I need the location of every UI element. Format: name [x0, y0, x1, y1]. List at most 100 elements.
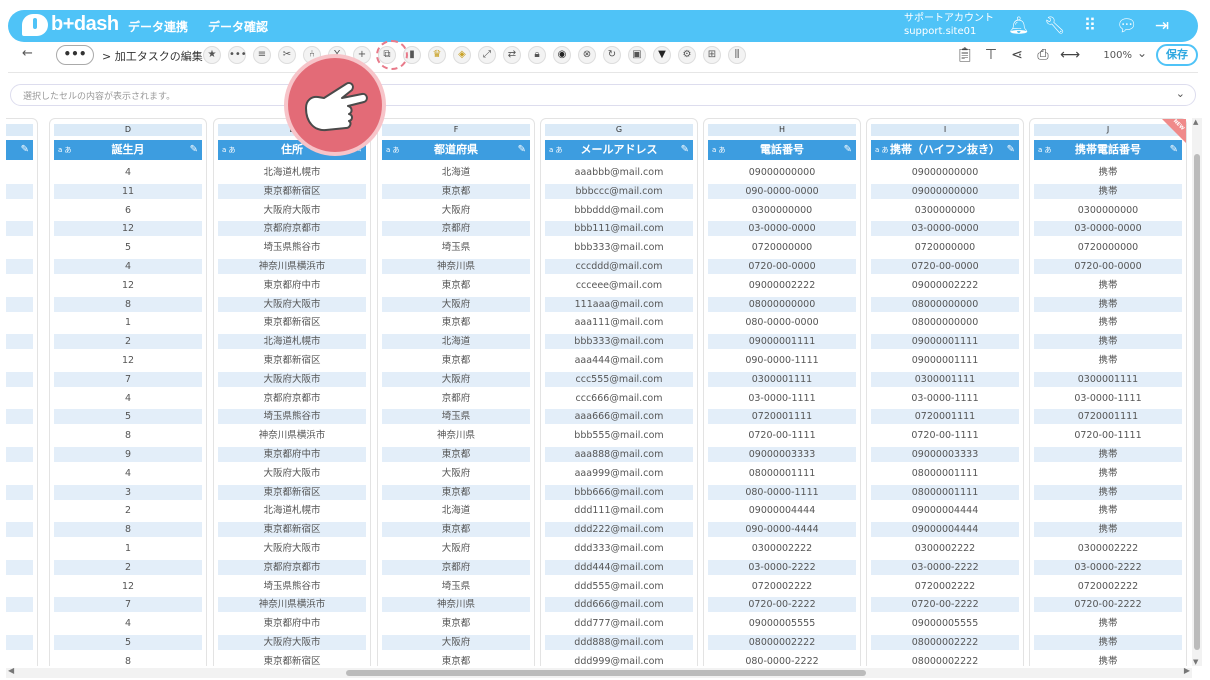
table-cell[interactable]: 2 [54, 559, 202, 575]
table-cell[interactable]: 神奈川県 [382, 259, 530, 274]
table-cell[interactable]: 北海道 [382, 503, 530, 518]
table-cell[interactable]: 0720-00-0000 [1034, 259, 1182, 274]
box-icon[interactable]: ◉ [553, 46, 571, 64]
table-cell[interactable]: 09000001111 [871, 334, 1019, 350]
table-cell[interactable]: 5 [54, 635, 202, 650]
table-cell[interactable]: 北海道札幌市 [218, 503, 366, 518]
table-cell[interactable]: 09000002222 [871, 278, 1019, 293]
table-cell[interactable]: ccc555@mail.com [545, 371, 693, 387]
table-cell[interactable]: 0720-00-2222 [1034, 597, 1182, 613]
table-cell[interactable]: 京都府 [382, 221, 530, 237]
table-cell[interactable]: 大阪府 [382, 371, 530, 387]
scroll-left-icon[interactable]: ◀ [8, 666, 14, 675]
table-cell[interactable]: aaa888@mail.com [545, 447, 693, 462]
table-cell[interactable]: 東京都 [382, 654, 530, 666]
nav-data-integration[interactable]: データ連携 [128, 18, 188, 35]
scroll-up-icon[interactable]: ▲ [1193, 118, 1198, 126]
chevron-down-icon[interactable]: ⌄ [1176, 87, 1185, 100]
table-cell[interactable]: 2 [54, 503, 202, 518]
table-cell[interactable]: 神奈川県横浜市 [218, 597, 366, 613]
table-cell[interactable]: 09000004444 [871, 503, 1019, 518]
table-cell[interactable]: 9 [54, 447, 202, 462]
column-letter[interactable]: J [1034, 124, 1182, 136]
expand-icon[interactable]: ⤢ [478, 46, 496, 64]
table-cell[interactable] [6, 409, 33, 425]
table-cell[interactable]: 03-0000-1111 [871, 391, 1019, 406]
table-cell[interactable]: 8 [54, 428, 202, 443]
table-cell[interactable]: 京都府 [382, 391, 530, 406]
table-cell[interactable]: 0300000000 [871, 203, 1019, 218]
table-cell[interactable]: 大阪府大阪市 [218, 371, 366, 387]
table-cell[interactable]: 08000000000 [871, 296, 1019, 312]
table-cell[interactable] [6, 334, 33, 350]
table-cell[interactable]: 08000000000 [708, 296, 856, 312]
table-cell[interactable]: 東京都新宿区 [218, 654, 366, 666]
bell-icon[interactable]: 🔔︎ [1008, 16, 1030, 36]
table-cell[interactable] [6, 296, 33, 312]
table-cell[interactable]: 080-0000-2222 [708, 654, 856, 666]
table-cell[interactable] [6, 635, 33, 650]
table-cell[interactable]: ddd666@mail.com [545, 597, 693, 613]
table-cell[interactable]: 4 [54, 466, 202, 481]
table-cell[interactable]: 神奈川県横浜市 [218, 259, 366, 274]
table-cell[interactable] [6, 371, 33, 387]
table-cell[interactable]: 03-0000-2222 [1034, 559, 1182, 575]
table-cell[interactable]: cccddd@mail.com [545, 259, 693, 274]
table-cell[interactable]: 090-0000-4444 [708, 522, 856, 538]
table-cell[interactable]: 08000001111 [708, 466, 856, 481]
table-cell[interactable]: 埼玉県熊谷市 [218, 409, 366, 425]
table-cell[interactable]: 8 [54, 654, 202, 666]
table-cell[interactable]: 09000002222 [708, 278, 856, 293]
table-cell[interactable]: 東京都新宿区 [218, 183, 366, 199]
close-circle-icon[interactable]: ⊗ [578, 46, 596, 64]
column-header[interactable]: a あ 電話番号 ✎ [708, 140, 856, 160]
table-cell[interactable]: 携帯 [1034, 183, 1182, 199]
pencil-icon[interactable]: ✎ [21, 140, 29, 160]
table-cell[interactable]: 0720000000 [1034, 240, 1182, 255]
table-cell[interactable]: 080-0000-0000 [708, 315, 856, 330]
table-cell[interactable]: 8 [54, 296, 202, 312]
share-icon[interactable]: ⋖ [1008, 46, 1026, 64]
table-cell[interactable]: 埼玉県 [382, 409, 530, 425]
table-cell[interactable]: 2 [54, 334, 202, 350]
table-cell[interactable]: 0300002222 [871, 541, 1019, 556]
vertical-scroll-thumb[interactable] [1194, 154, 1200, 650]
back-arrow-icon[interactable]: ← [22, 46, 33, 61]
wrench-icon[interactable]: 🔧︎ [1044, 16, 1066, 36]
table-cell[interactable]: 03-0000-0000 [871, 221, 1019, 237]
table-cell[interactable]: 北海道 [382, 165, 530, 180]
table-cell[interactable]: 4 [54, 165, 202, 180]
table-cell[interactable]: 埼玉県 [382, 579, 530, 594]
table-cell[interactable]: 埼玉県熊谷市 [218, 240, 366, 255]
table-cell[interactable]: 0300001111 [1034, 371, 1182, 387]
table-cell[interactable]: 0720002222 [1034, 579, 1182, 594]
table-cell[interactable]: 大阪府大阪市 [218, 635, 366, 650]
table-cell[interactable]: bbb555@mail.com [545, 428, 693, 443]
table-cell[interactable]: 0300000000 [1034, 203, 1182, 218]
table-cell[interactable]: 08000001111 [871, 466, 1019, 481]
horizontal-scroll-thumb[interactable] [346, 670, 866, 676]
table-cell[interactable]: 0720001111 [708, 409, 856, 425]
table-cell[interactable]: 神奈川県横浜市 [218, 428, 366, 443]
table-cell[interactable]: 0720000000 [708, 240, 856, 255]
table-cell[interactable] [6, 183, 33, 199]
table-cell[interactable]: ddd555@mail.com [545, 579, 693, 594]
pencil-icon[interactable]: ✎ [1170, 140, 1178, 160]
table-cell[interactable]: 12 [54, 221, 202, 237]
table-cell[interactable]: 携帯 [1034, 315, 1182, 330]
table-cell[interactable]: 大阪府大阪市 [218, 541, 366, 556]
table-cell[interactable]: 0720-00-2222 [871, 597, 1019, 613]
table-cell[interactable]: 携帯 [1034, 654, 1182, 666]
table-cell[interactable]: 京都府京都市 [218, 559, 366, 575]
plus-icon[interactable]: + [353, 46, 371, 64]
table-cell[interactable]: 1 [54, 315, 202, 330]
table-icon[interactable]: ⊞ [703, 46, 721, 64]
table-cell[interactable]: 0300002222 [708, 541, 856, 556]
save-button[interactable]: 保存 [1156, 44, 1198, 66]
table-cell[interactable]: 東京都 [382, 447, 530, 462]
table-cell[interactable]: 09000005555 [871, 616, 1019, 631]
table-cell[interactable]: 09000003333 [708, 447, 856, 462]
table-cell[interactable]: 東京都新宿区 [218, 522, 366, 538]
table-cell[interactable]: ddd999@mail.com [545, 654, 693, 666]
table-cell[interactable]: 03-0000-0000 [708, 221, 856, 237]
